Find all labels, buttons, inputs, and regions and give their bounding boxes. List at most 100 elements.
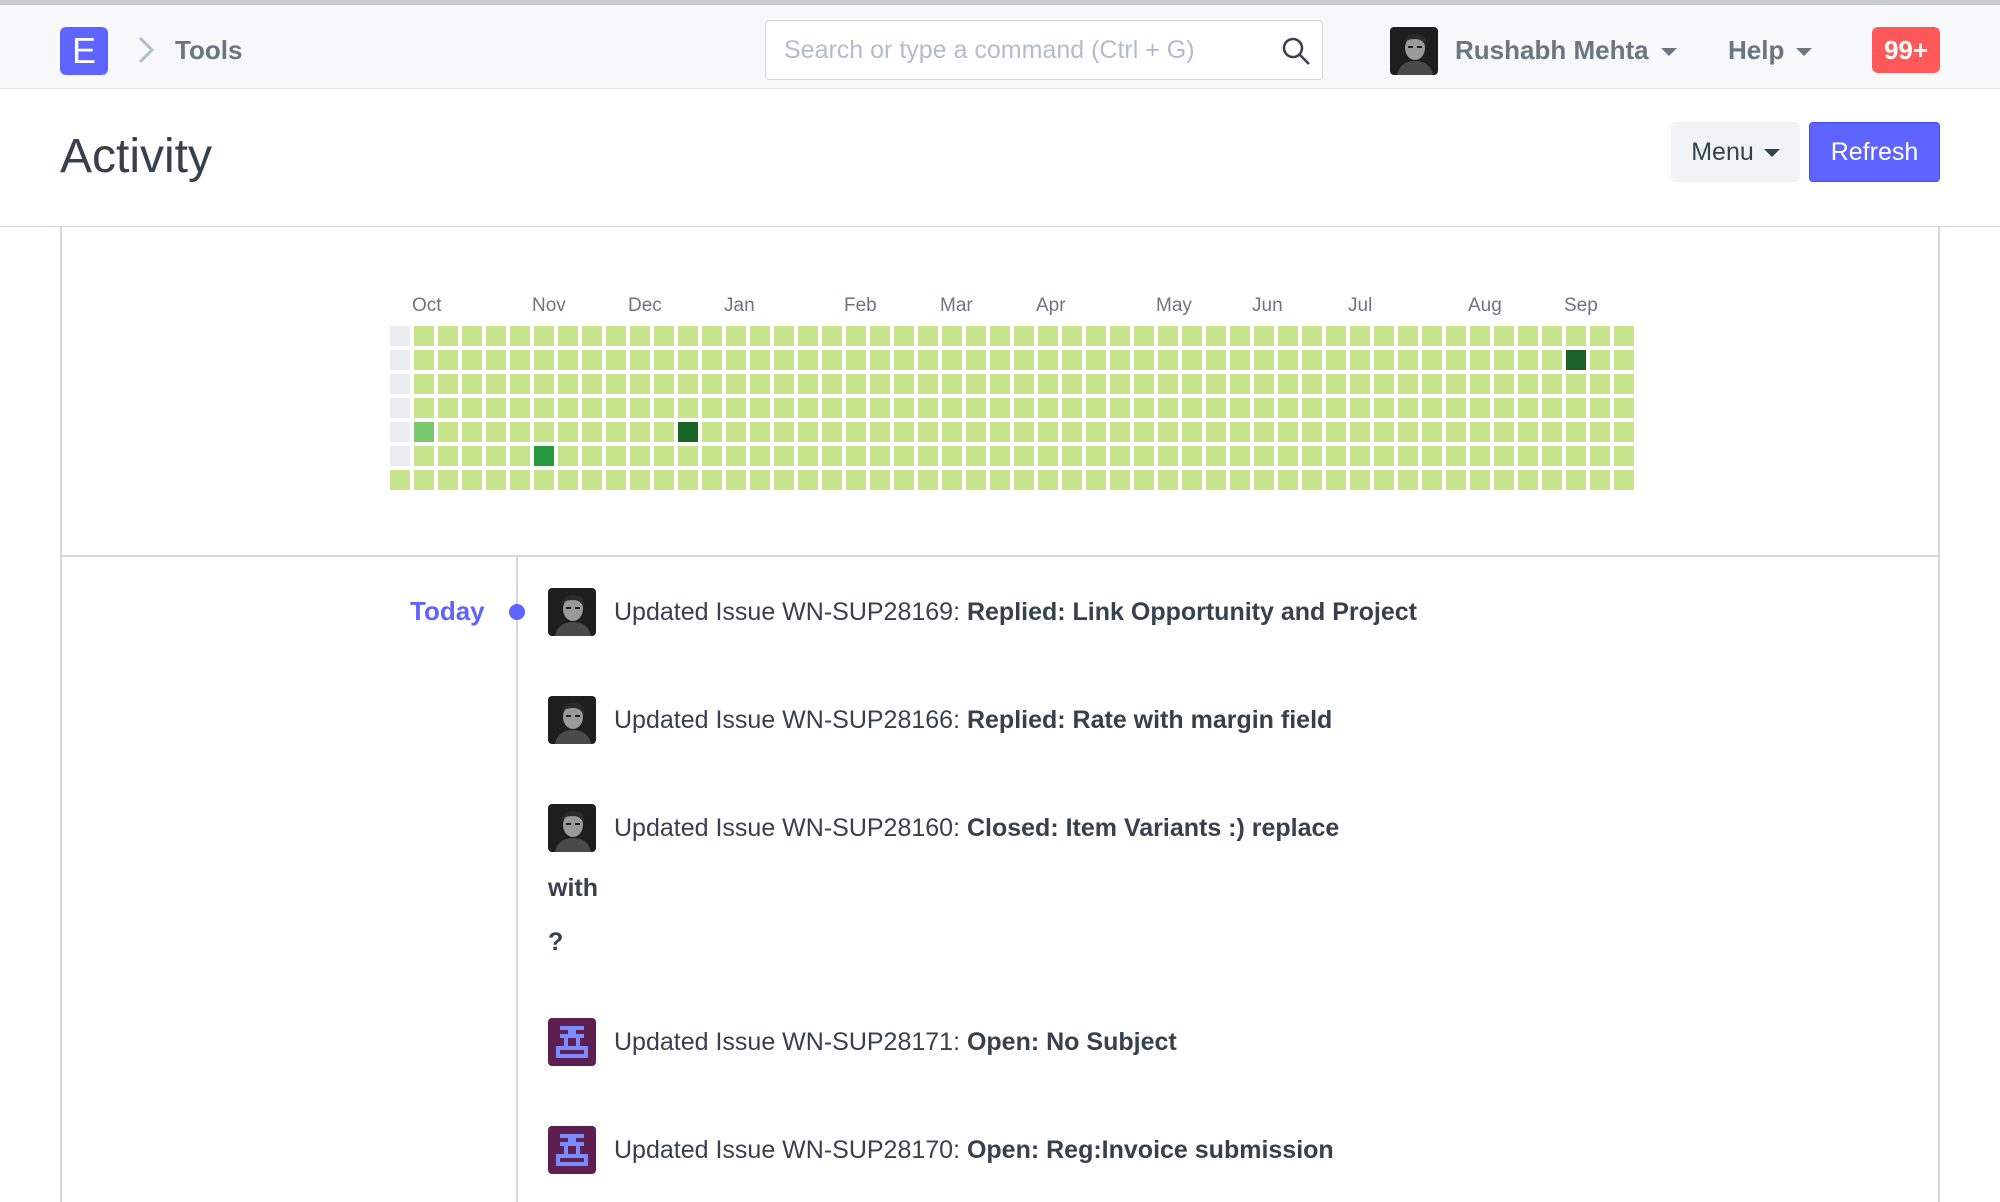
heatmap-day-cell[interactable] <box>942 350 962 370</box>
heatmap-day-cell[interactable] <box>678 374 698 394</box>
heatmap-day-cell[interactable] <box>1230 446 1250 466</box>
heatmap-day-cell[interactable] <box>726 326 746 346</box>
heatmap-day-cell[interactable] <box>702 470 722 490</box>
heatmap-day-cell[interactable] <box>1590 470 1610 490</box>
heatmap-day-cell[interactable] <box>894 470 914 490</box>
heatmap-day-cell[interactable] <box>966 470 986 490</box>
heatmap-day-cell[interactable] <box>534 350 554 370</box>
heatmap-day-cell[interactable] <box>1398 422 1418 442</box>
heatmap-day-cell[interactable] <box>390 326 410 346</box>
heatmap-day-cell[interactable] <box>390 446 410 466</box>
issue-link[interactable]: Replied: Link Opportunity and Project <box>967 598 1417 626</box>
issue-link[interactable]: Closed: Item Variants :) replace <box>967 814 1339 842</box>
heatmap-day-cell[interactable] <box>750 398 770 418</box>
heatmap-day-cell[interactable] <box>1254 374 1274 394</box>
heatmap-day-cell[interactable] <box>1614 422 1634 442</box>
heatmap-day-cell[interactable] <box>1158 422 1178 442</box>
heatmap-day-cell[interactable] <box>438 326 458 346</box>
heatmap-day-cell[interactable] <box>894 422 914 442</box>
heatmap-day-cell[interactable] <box>822 446 842 466</box>
heatmap-day-cell[interactable] <box>1494 422 1514 442</box>
heatmap-day-cell[interactable] <box>1566 470 1586 490</box>
heatmap-day-cell[interactable] <box>510 422 530 442</box>
heatmap-day-cell[interactable] <box>894 374 914 394</box>
heatmap-day-cell[interactable] <box>1614 446 1634 466</box>
heatmap-day-cell[interactable] <box>990 350 1010 370</box>
heatmap-day-cell[interactable] <box>1590 350 1610 370</box>
heatmap-day-cell[interactable] <box>462 374 482 394</box>
heatmap-day-cell[interactable] <box>942 422 962 442</box>
heatmap-day-cell[interactable] <box>1350 326 1370 346</box>
heatmap-day-cell[interactable] <box>774 446 794 466</box>
heatmap-day-cell[interactable] <box>1350 374 1370 394</box>
heatmap-day-cell[interactable] <box>822 398 842 418</box>
heatmap-day-cell[interactable] <box>1614 398 1634 418</box>
heatmap-day-cell[interactable] <box>894 326 914 346</box>
heatmap-day-cell[interactable] <box>534 446 554 466</box>
heatmap-day-cell[interactable] <box>630 326 650 346</box>
heatmap-day-cell[interactable] <box>822 326 842 346</box>
heatmap-day-cell[interactable] <box>1398 350 1418 370</box>
heatmap-day-cell[interactable] <box>558 446 578 466</box>
heatmap-day-cell[interactable] <box>1590 326 1610 346</box>
heatmap-day-cell[interactable] <box>558 326 578 346</box>
heatmap-day-cell[interactable] <box>510 446 530 466</box>
issue-link-continuation[interactable]: ? <box>548 926 563 958</box>
heatmap-day-cell[interactable] <box>918 470 938 490</box>
heatmap-day-cell[interactable] <box>654 374 674 394</box>
heatmap-day-cell[interactable] <box>966 446 986 466</box>
heatmap-day-cell[interactable] <box>1134 422 1154 442</box>
heatmap-day-cell[interactable] <box>654 470 674 490</box>
heatmap-day-cell[interactable] <box>1158 470 1178 490</box>
heatmap-day-cell[interactable] <box>1518 446 1538 466</box>
heatmap-day-cell[interactable] <box>774 374 794 394</box>
heatmap-day-cell[interactable] <box>870 422 890 442</box>
heatmap-day-cell[interactable] <box>414 350 434 370</box>
heatmap-day-cell[interactable] <box>894 398 914 418</box>
heatmap-day-cell[interactable] <box>1086 398 1106 418</box>
heatmap-day-cell[interactable] <box>630 470 650 490</box>
heatmap-day-cell[interactable] <box>654 446 674 466</box>
heatmap-day-cell[interactable] <box>414 422 434 442</box>
heatmap-day-cell[interactable] <box>1110 326 1130 346</box>
heatmap-day-cell[interactable] <box>486 350 506 370</box>
heatmap-day-cell[interactable] <box>462 398 482 418</box>
heatmap-day-cell[interactable] <box>1254 422 1274 442</box>
heatmap-day-cell[interactable] <box>630 374 650 394</box>
heatmap-day-cell[interactable] <box>870 374 890 394</box>
heatmap-day-cell[interactable] <box>1062 326 1082 346</box>
heatmap-day-cell[interactable] <box>990 470 1010 490</box>
heatmap-day-cell[interactable] <box>1014 446 1034 466</box>
heatmap-day-cell[interactable] <box>1086 470 1106 490</box>
heatmap-day-cell[interactable] <box>654 326 674 346</box>
heatmap-day-cell[interactable] <box>942 470 962 490</box>
heatmap-day-cell[interactable] <box>1398 326 1418 346</box>
notification-badge[interactable]: 99+ <box>1872 27 1940 73</box>
heatmap-day-cell[interactable] <box>486 446 506 466</box>
heatmap-day-cell[interactable] <box>558 350 578 370</box>
heatmap-day-cell[interactable] <box>1038 398 1058 418</box>
heatmap-day-cell[interactable] <box>630 398 650 418</box>
heatmap-day-cell[interactable] <box>558 422 578 442</box>
heatmap-day-cell[interactable] <box>486 422 506 442</box>
heatmap-day-cell[interactable] <box>870 446 890 466</box>
heatmap-day-cell[interactable] <box>1086 422 1106 442</box>
heatmap-day-cell[interactable] <box>438 374 458 394</box>
heatmap-day-cell[interactable] <box>1038 446 1058 466</box>
heatmap-day-cell[interactable] <box>1158 398 1178 418</box>
search-icon[interactable] <box>1280 35 1312 67</box>
heatmap-day-cell[interactable] <box>918 350 938 370</box>
heatmap-day-cell[interactable] <box>870 398 890 418</box>
heatmap-day-cell[interactable] <box>606 422 626 442</box>
heatmap-day-cell[interactable] <box>1182 350 1202 370</box>
heatmap-day-cell[interactable] <box>822 470 842 490</box>
heatmap-day-cell[interactable] <box>534 374 554 394</box>
heatmap-day-cell[interactable] <box>1446 446 1466 466</box>
heatmap-day-cell[interactable] <box>534 326 554 346</box>
heatmap-day-cell[interactable] <box>1566 446 1586 466</box>
heatmap-day-cell[interactable] <box>774 326 794 346</box>
heatmap-day-cell[interactable] <box>1566 398 1586 418</box>
heatmap-day-cell[interactable] <box>486 470 506 490</box>
heatmap-day-cell[interactable] <box>1230 350 1250 370</box>
heatmap-day-cell[interactable] <box>1398 374 1418 394</box>
